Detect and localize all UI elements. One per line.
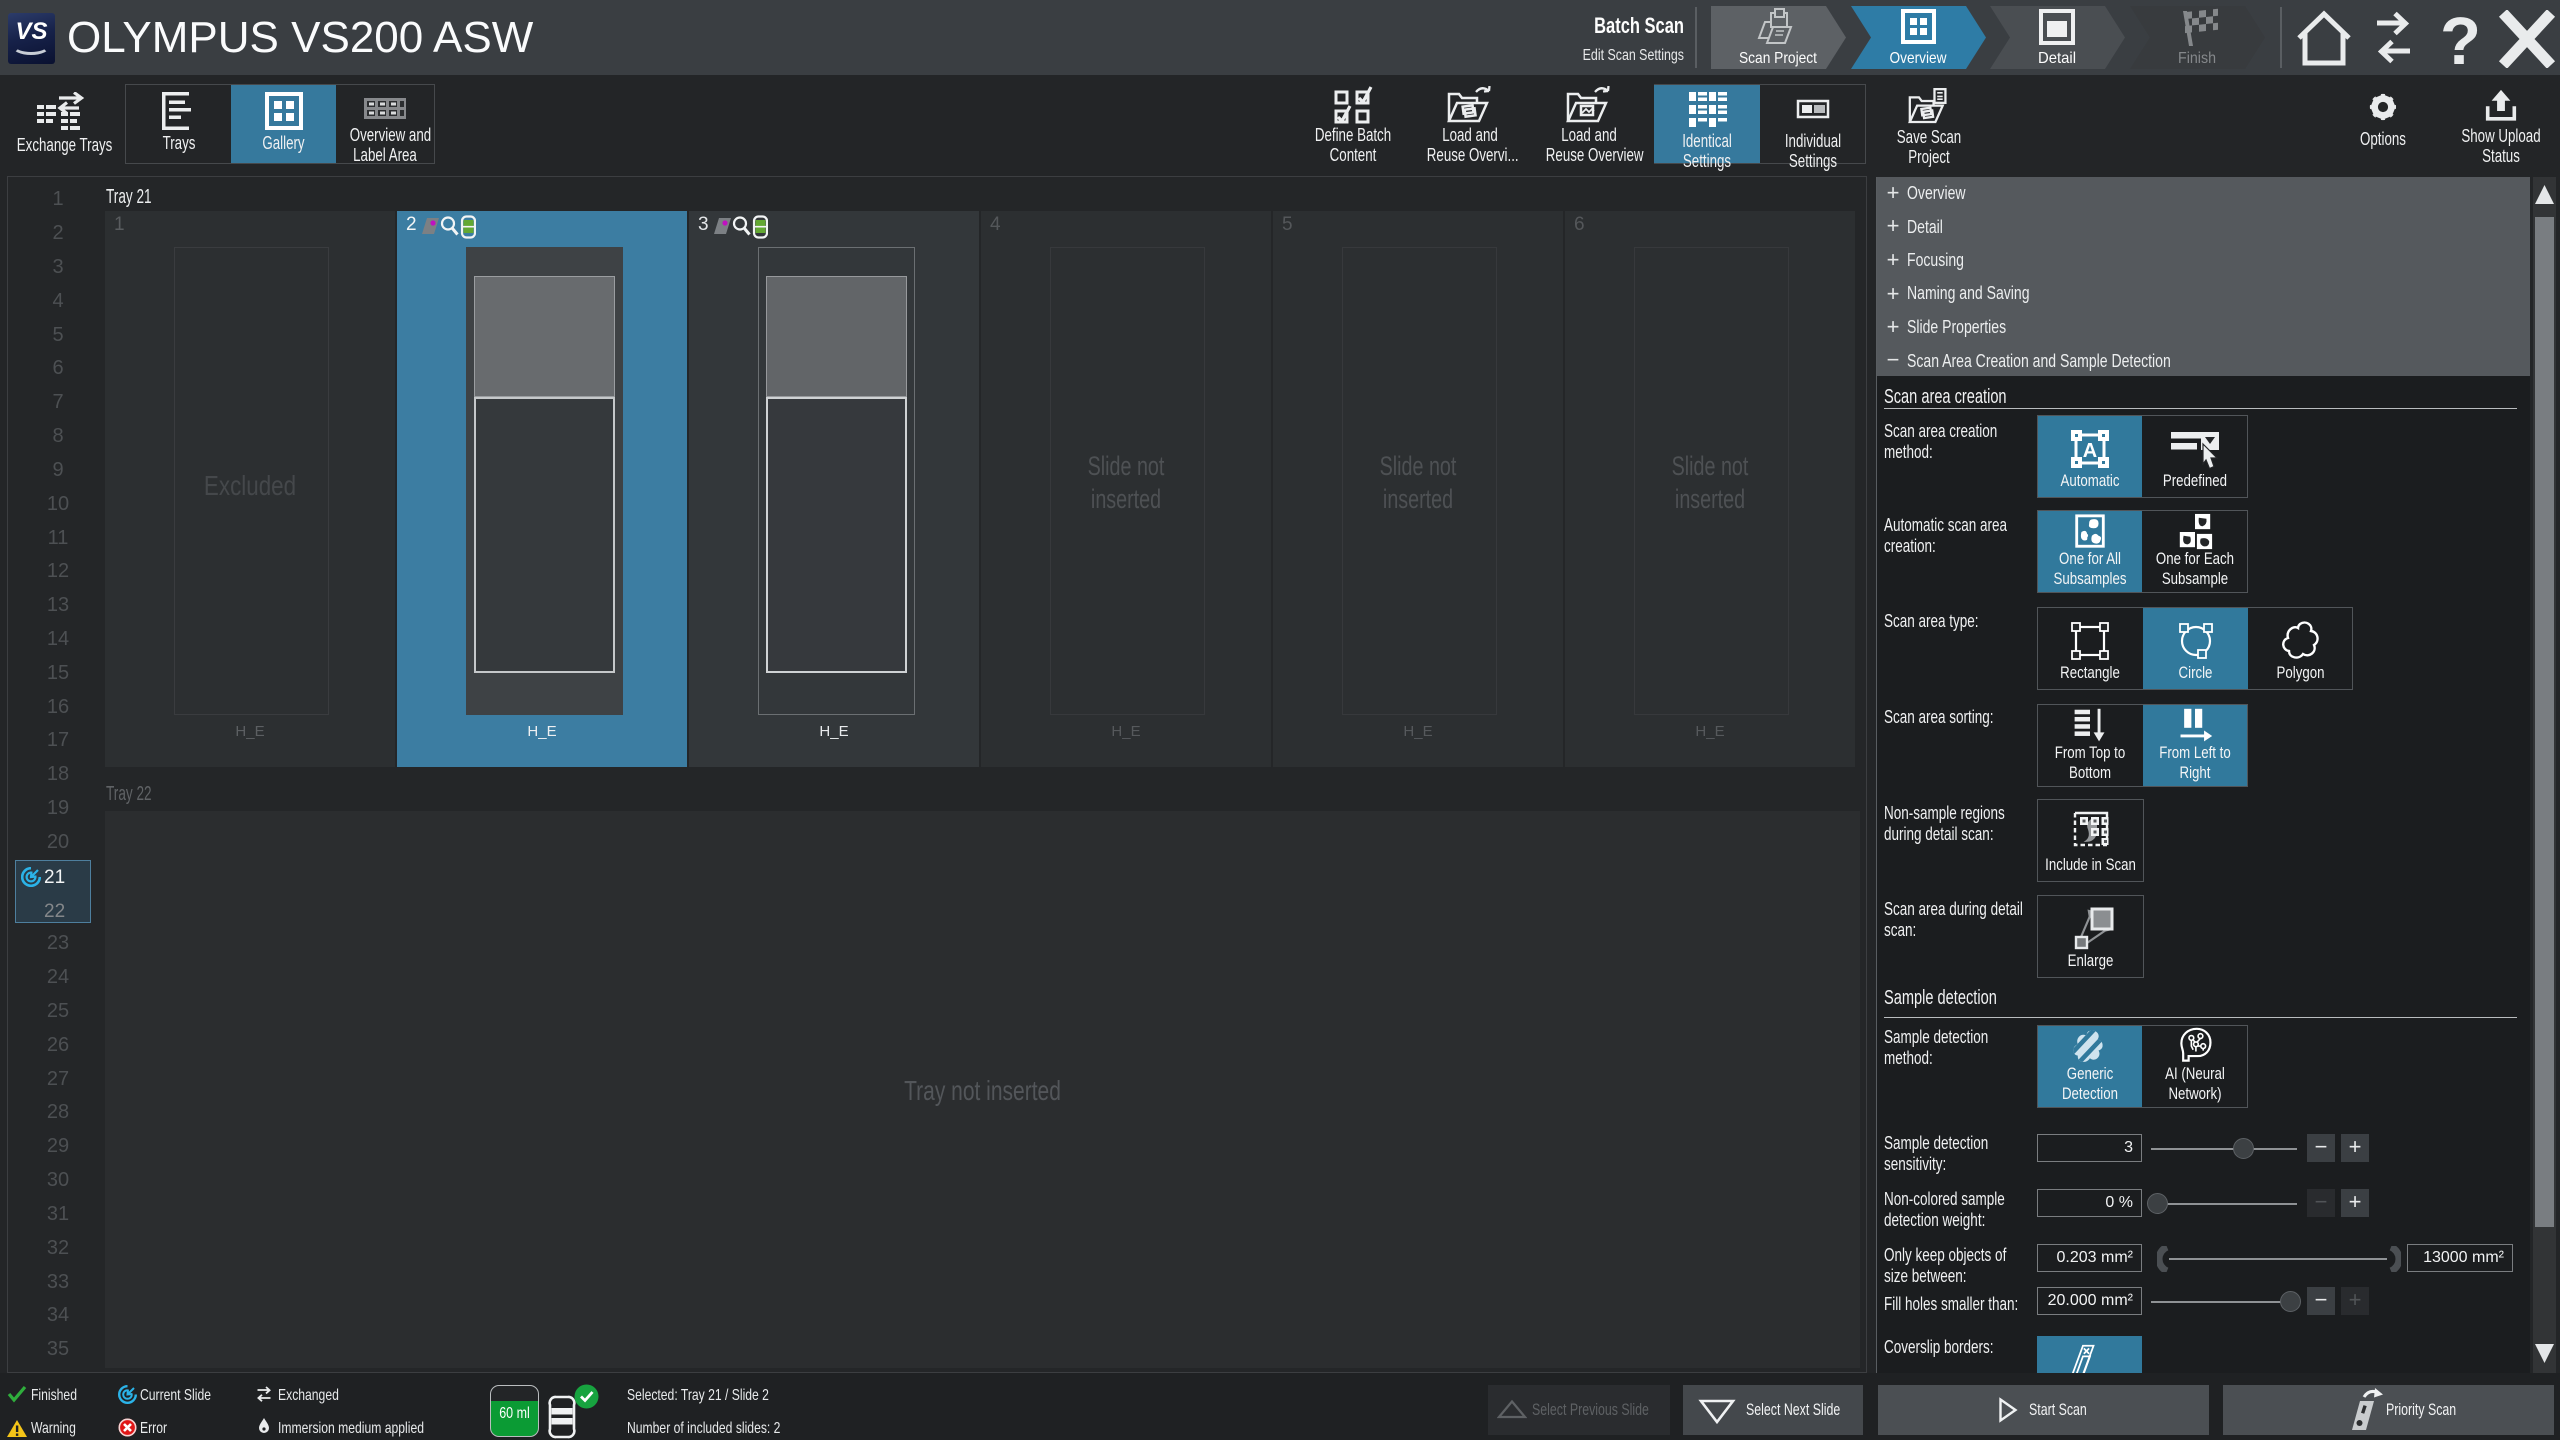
svg-text:?: ? <box>2440 10 2481 68</box>
svg-text:Scan Project: Scan Project <box>1739 50 1817 67</box>
svg-text:Finish: Finish <box>2178 50 2216 67</box>
svg-text:Detail: Detail <box>2038 50 2076 67</box>
svg-text:Overview: Overview <box>1890 50 1947 67</box>
svg-text:A: A <box>2083 440 2097 462</box>
